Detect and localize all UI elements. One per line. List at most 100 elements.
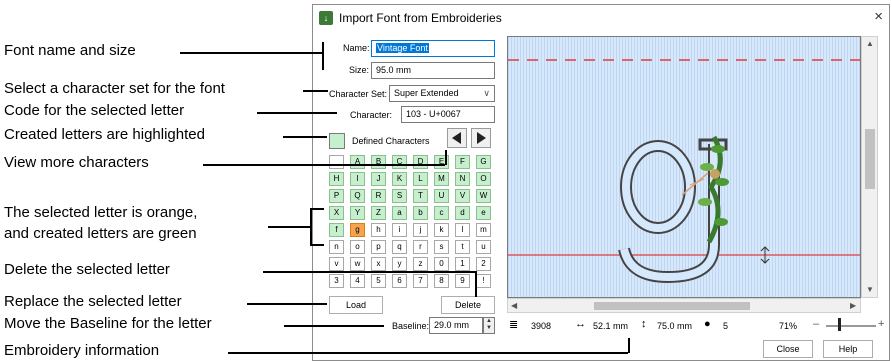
close-button[interactable]: Close xyxy=(763,340,813,358)
char-cell[interactable]: 0 xyxy=(434,257,449,271)
zoom-slider-thumb[interactable] xyxy=(838,318,841,331)
char-cell[interactable]: 5 xyxy=(371,274,386,288)
baseline-field[interactable]: 29.0 mm xyxy=(429,317,483,334)
char-cell[interactable]: V xyxy=(455,189,470,203)
char-cell[interactable]: L xyxy=(413,172,428,186)
callout-selected-orange-2: and created letters are green xyxy=(4,225,197,242)
char-cell[interactable]: U xyxy=(434,189,449,203)
zoom-out-icon[interactable]: – xyxy=(813,318,819,330)
char-cell[interactable]: b xyxy=(413,206,428,220)
char-cell[interactable]: G xyxy=(476,155,491,169)
char-cell[interactable]: N xyxy=(455,172,470,186)
char-cell[interactable]: W xyxy=(476,189,491,203)
scroll-right-icon[interactable]: ▶ xyxy=(850,301,856,310)
char-cell[interactable]: F xyxy=(455,155,470,169)
char-cell[interactable]: z xyxy=(413,257,428,271)
char-cell[interactable]: d xyxy=(455,206,470,220)
char-cell[interactable]: O xyxy=(476,172,491,186)
char-cell[interactable]: 4 xyxy=(350,274,365,288)
char-cell[interactable]: P xyxy=(329,189,344,203)
char-cell[interactable]: j xyxy=(413,223,428,237)
char-cell[interactable]: x xyxy=(371,257,386,271)
char-cell[interactable]: ! xyxy=(476,274,491,288)
nav-next-button[interactable] xyxy=(471,128,491,148)
char-cell[interactable]: w xyxy=(350,257,365,271)
vertical-scroll-thumb[interactable] xyxy=(865,129,875,189)
preview-horizontal-scrollbar[interactable]: ◀ ▶ xyxy=(507,298,861,313)
char-cell[interactable]: r xyxy=(413,240,428,254)
char-cell[interactable]: 2 xyxy=(476,257,491,271)
char-cell[interactable]: o xyxy=(350,240,365,254)
char-cell[interactable]: v xyxy=(329,257,344,271)
char-cell[interactable]: a xyxy=(392,206,407,220)
char-cell[interactable]: 3 xyxy=(329,274,344,288)
char-cell[interactable]: y xyxy=(392,257,407,271)
char-cell[interactable]: u xyxy=(476,240,491,254)
spin-up-icon[interactable]: ▲ xyxy=(484,318,494,325)
char-cell[interactable]: X xyxy=(329,206,344,220)
char-cell[interactable]: Y xyxy=(350,206,365,220)
scroll-down-icon[interactable]: ▼ xyxy=(866,285,874,294)
charset-select[interactable]: Super Extended ∨ xyxy=(389,85,495,102)
leader-font-name-bracket xyxy=(322,42,324,70)
char-cell[interactable]: J xyxy=(371,172,386,186)
close-icon[interactable]: × xyxy=(874,8,883,25)
title-bar: ↓ Import Font from Embroideries × xyxy=(313,5,889,31)
char-cell[interactable]: E xyxy=(434,155,449,169)
scroll-left-icon[interactable]: ◀ xyxy=(511,301,517,310)
char-cell[interactable]: l xyxy=(455,223,470,237)
char-cell[interactable]: 9 xyxy=(455,274,470,288)
load-button[interactable]: Load xyxy=(329,296,383,314)
char-cell[interactable]: B xyxy=(371,155,386,169)
name-field[interactable]: Vintage Font xyxy=(371,40,495,57)
charset-value: Super Extended xyxy=(394,88,459,98)
char-cell[interactable]: T xyxy=(413,189,428,203)
size-field[interactable]: 95.0 mm xyxy=(371,62,495,79)
char-cell[interactable]: 8 xyxy=(434,274,449,288)
char-cell[interactable]: q xyxy=(392,240,407,254)
help-button[interactable]: Help xyxy=(823,340,873,358)
char-cell[interactable]: e xyxy=(476,206,491,220)
char-cell[interactable]: n xyxy=(329,240,344,254)
char-cell[interactable]: M xyxy=(434,172,449,186)
char-cell[interactable]: R xyxy=(371,189,386,203)
char-cell[interactable]: h xyxy=(371,223,386,237)
char-cell[interactable]: K xyxy=(392,172,407,186)
char-cell[interactable]: t xyxy=(455,240,470,254)
char-cell[interactable]: f xyxy=(329,223,344,237)
char-cell[interactable]: k xyxy=(434,223,449,237)
baseline-spinner[interactable]: ▲ ▼ xyxy=(483,317,495,334)
horizontal-scroll-thumb[interactable] xyxy=(594,302,750,310)
spin-down-icon[interactable]: ▼ xyxy=(484,325,494,332)
letter-preview[interactable] xyxy=(507,36,861,298)
char-cell[interactable]: 6 xyxy=(392,274,407,288)
zoom-in-icon[interactable]: + xyxy=(878,318,884,330)
leader-selected-bracket xyxy=(310,208,312,244)
scroll-up-icon[interactable]: ▲ xyxy=(866,39,874,48)
delete-button[interactable]: Delete xyxy=(441,296,495,314)
char-cell[interactable]: Q xyxy=(350,189,365,203)
leader-replace xyxy=(247,303,327,305)
callout-font-name-size: Font name and size xyxy=(4,42,136,59)
preview-vertical-scrollbar[interactable]: ▲ ▼ xyxy=(861,36,878,298)
char-cell[interactable]: I xyxy=(350,172,365,186)
char-cell[interactable]: H xyxy=(329,172,344,186)
char-cell[interactable]: D xyxy=(413,155,428,169)
char-cell[interactable]: Z xyxy=(371,206,386,220)
char-cell[interactable]: 1 xyxy=(455,257,470,271)
nav-prev-button[interactable] xyxy=(447,128,467,148)
char-cell[interactable]: s xyxy=(434,240,449,254)
char-cell[interactable]: S xyxy=(392,189,407,203)
char-cell[interactable]: c xyxy=(434,206,449,220)
char-cell[interactable]: m xyxy=(476,223,491,237)
char-cell[interactable]: C xyxy=(392,155,407,169)
character-field[interactable]: 103 - U+0067 xyxy=(401,106,495,123)
char-cell[interactable]: A xyxy=(350,155,365,169)
leader-selected xyxy=(268,226,310,228)
char-cell[interactable] xyxy=(329,155,344,169)
zoom-slider[interactable] xyxy=(826,325,876,327)
char-cell[interactable]: 7 xyxy=(413,274,428,288)
char-cell[interactable]: g xyxy=(350,223,365,237)
char-cell[interactable]: i xyxy=(392,223,407,237)
char-cell[interactable]: p xyxy=(371,240,386,254)
